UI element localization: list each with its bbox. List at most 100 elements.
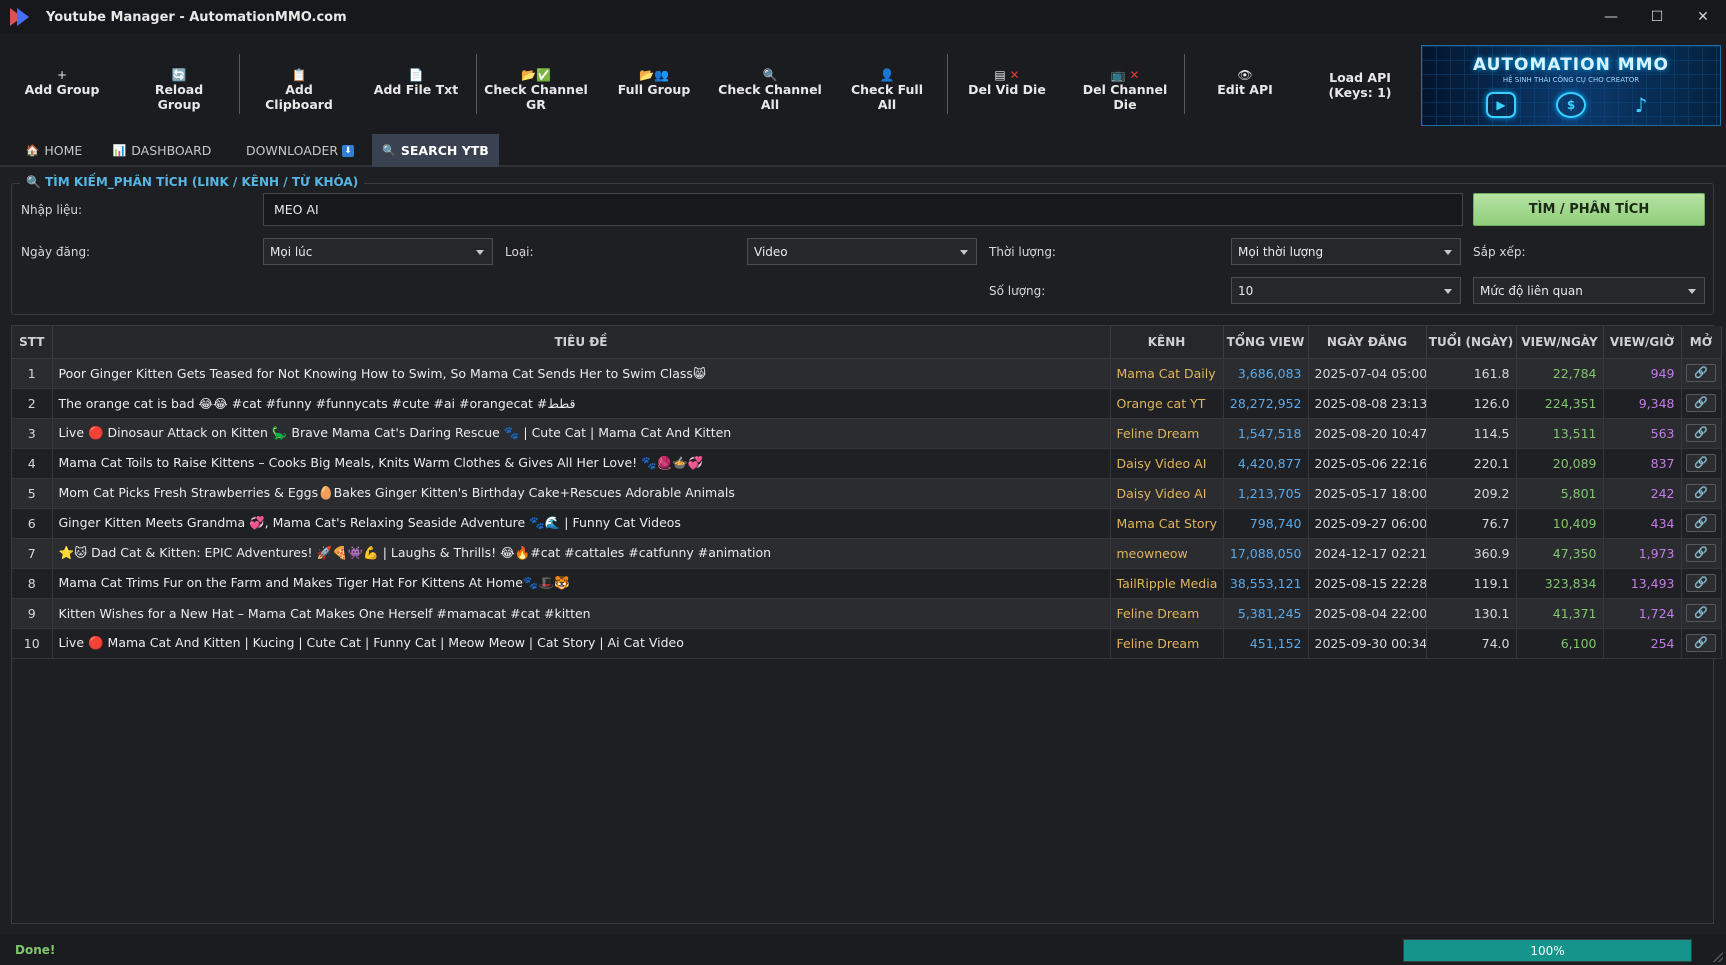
cell-date: 2025-08-20 10:47 — [1308, 418, 1427, 449]
cell-channel[interactable]: Mama Cat Story — [1110, 508, 1224, 539]
table-row[interactable]: 7 ⭐🐱 Dad Cat & Kitten: EPIC Adventures! … — [12, 538, 1722, 569]
plus-icon: + — [56, 68, 68, 82]
cell-channel[interactable]: TailRipple Media — [1110, 568, 1224, 599]
quantity-label: Số lượng: — [989, 284, 1046, 298]
resize-grip-icon[interactable] — [1713, 952, 1723, 962]
full-group-button[interactable]: 📂👥 Full Group — [612, 68, 696, 97]
cell-channel[interactable]: Feline Dream — [1110, 418, 1224, 449]
search-icon: 🔍 — [382, 144, 396, 157]
minimize-button[interactable]: — — [1588, 0, 1634, 34]
cell-channel[interactable]: Daisy Video AI — [1110, 478, 1224, 509]
tab-bar: 🏠 HOME 📊 DASHBOARD DOWNLOADER ⬇ 🔍 SEARCH… — [0, 134, 1726, 167]
maximize-button[interactable]: ☐ — [1634, 0, 1680, 34]
header-views-per-hour[interactable]: VIEW/GIỜ — [1603, 326, 1682, 359]
open-link-icon[interactable]: 🔗 — [1686, 544, 1716, 562]
cell-date: 2024-12-17 02:21 — [1308, 538, 1427, 569]
banner-subtitle: HỆ SINH THÁI CÔNG CỤ CHO CREATOR — [1502, 76, 1640, 84]
edit-api-button[interactable]: 👁 Edit API — [1205, 68, 1285, 97]
reload-group-button[interactable]: 🔄 Reload Group — [135, 68, 223, 112]
toolbar: + Add Group 🔄 Reload Group 📋 Add Clipboa… — [0, 34, 1726, 134]
load-api-button[interactable]: Load API (Keys: 1) — [1320, 70, 1400, 100]
download-icon: ⬇ — [342, 144, 355, 157]
cell-title: The orange cat is bad 😂😂 #cat #funny #fu… — [52, 388, 1111, 419]
header-publish-date[interactable]: NGÀY ĐĂNG — [1308, 326, 1427, 359]
cell-channel[interactable]: Feline Dream — [1110, 598, 1224, 629]
folder-icon: 📂 — [639, 68, 654, 82]
results-table: STT TIÊU ĐỀ KÊNH TỔNG VIEW NGÀY ĐĂNG TUỔ… — [11, 325, 1722, 924]
del-vid-die-button[interactable]: ▤ ✕ Del Vid Die — [963, 68, 1051, 97]
header-age-days[interactable]: TUỔI (NGÀY) — [1426, 326, 1517, 359]
quantity-select[interactable]: 10 — [1231, 277, 1461, 304]
open-link-icon[interactable]: 🔗 — [1686, 454, 1716, 472]
search-icon: 🔍 — [26, 175, 46, 189]
toolbar-separator — [947, 54, 948, 114]
open-link-icon[interactable]: 🔗 — [1686, 514, 1716, 532]
cell-date: 2025-09-30 00:34 — [1308, 628, 1427, 659]
search-input[interactable]: MEO AI — [263, 193, 1463, 226]
table-row[interactable]: 3 Live 🔴 Dinosaur Attack on Kitten 🦕 Bra… — [12, 418, 1722, 449]
cell-age: 360.9 — [1426, 538, 1517, 569]
tab-downloader[interactable]: DOWNLOADER ⬇ — [240, 134, 360, 167]
cell-views-per-day: 224,351 — [1516, 388, 1604, 419]
chevron-down-icon — [1444, 249, 1452, 255]
home-icon: 🏠 — [25, 144, 40, 157]
open-link-icon[interactable]: 🔗 — [1686, 364, 1716, 382]
cell-age: 130.1 — [1426, 598, 1517, 629]
table-row[interactable]: 10 Live 🔴 Mama Cat And Kitten | Kucing |… — [12, 628, 1722, 659]
search-analyze-button[interactable]: TÌM / PHÂN TÍCH — [1473, 193, 1705, 226]
toolbar-separator — [1184, 54, 1185, 114]
sort-select[interactable]: Mức độ liên quan — [1473, 277, 1705, 304]
window-title: Youtube Manager - AutomationMMO.com — [46, 9, 347, 25]
open-link-icon[interactable]: 🔗 — [1686, 604, 1716, 622]
header-total-views[interactable]: TỔNG VIEW — [1223, 326, 1309, 359]
table-row[interactable]: 8 Mama Cat Trims Fur on the Farm and Mak… — [12, 568, 1722, 599]
header-stt[interactable]: STT — [12, 326, 53, 359]
tab-home[interactable]: 🏠 HOME — [10, 134, 98, 167]
cell-views-per-day: 10,409 — [1516, 508, 1604, 539]
table-row[interactable]: 5 Mom Cat Picks Fresh Strawberries & Egg… — [12, 478, 1722, 509]
cell-channel[interactable]: meowneow — [1110, 538, 1224, 569]
close-button[interactable]: ✕ — [1680, 0, 1726, 34]
check-full-all-button[interactable]: 👤 Check Full All — [843, 68, 931, 112]
cell-stt: 10 — [12, 628, 53, 659]
cell-views-per-day: 323,834 — [1516, 568, 1604, 599]
folder-icon: 📂 — [521, 68, 536, 82]
cell-views: 17,088,050 — [1223, 538, 1309, 569]
tab-search-ytb[interactable]: 🔍 SEARCH YTB — [372, 134, 499, 167]
header-title[interactable]: TIÊU ĐỀ — [52, 326, 1111, 359]
cell-channel[interactable]: Daisy Video AI — [1110, 448, 1224, 479]
table-row[interactable]: 6 Ginger Kitten Meets Grandma 💞, Mama Ca… — [12, 508, 1722, 539]
add-clipboard-button[interactable]: 📋 Add Clipboard — [252, 68, 346, 112]
cell-channel[interactable]: Feline Dream — [1110, 628, 1224, 659]
header-views-per-day[interactable]: VIEW/NGÀY — [1516, 326, 1604, 359]
table-row[interactable]: 1 Poor Ginger Kitten Gets Teased for Not… — [12, 358, 1722, 389]
brand-banner[interactable]: AUTOMATION MMO HỆ SINH THÁI CÔNG CỤ CHO … — [1421, 45, 1721, 126]
open-link-icon[interactable]: 🔗 — [1686, 574, 1716, 592]
cell-channel[interactable]: Orange cat YT — [1110, 388, 1224, 419]
table-row[interactable]: 2 The orange cat is bad 😂😂 #cat #funny #… — [12, 388, 1722, 419]
check-channel-gr-button[interactable]: 📂✅ Check Channel GR — [482, 68, 590, 112]
open-link-icon[interactable]: 🔗 — [1686, 634, 1716, 652]
cell-views-per-hour: 254 — [1603, 628, 1682, 659]
table-row[interactable]: 4 Mama Cat Toils to Raise Kittens – Cook… — [12, 448, 1722, 479]
banner-title: AUTOMATION MMO — [1472, 55, 1670, 75]
open-link-icon[interactable]: 🔗 — [1686, 424, 1716, 442]
type-select[interactable]: Video — [747, 238, 977, 265]
date-select[interactable]: Mọi lúc — [263, 238, 493, 265]
open-link-icon[interactable]: 🔗 — [1686, 484, 1716, 502]
cell-channel[interactable]: Mama Cat Daily — [1110, 358, 1224, 389]
tab-dashboard[interactable]: 📊 DASHBOARD — [104, 134, 220, 167]
search-icon: 🔍 — [762, 68, 778, 82]
add-file-txt-button[interactable]: 📄 Add File Txt — [372, 68, 460, 97]
list-icon: ▤ — [994, 68, 1006, 82]
open-link-icon[interactable]: 🔗 — [1686, 394, 1716, 412]
cell-views-per-hour: 1,973 — [1603, 538, 1682, 569]
header-channel[interactable]: KÊNH — [1110, 326, 1224, 359]
del-channel-die-button[interactable]: 📺 ✕ Del Channel Die — [1075, 68, 1175, 112]
add-group-button[interactable]: + Add Group — [20, 68, 104, 97]
check-channel-all-button[interactable]: 🔍 Check Channel All — [716, 68, 824, 112]
duration-select[interactable]: Mọi thời lượng — [1231, 238, 1461, 265]
chevron-down-icon — [1688, 288, 1696, 294]
cell-age: 209.2 — [1426, 478, 1517, 509]
table-row[interactable]: 9 Kitten Wishes for a New Hat – Mama Cat… — [12, 598, 1722, 629]
